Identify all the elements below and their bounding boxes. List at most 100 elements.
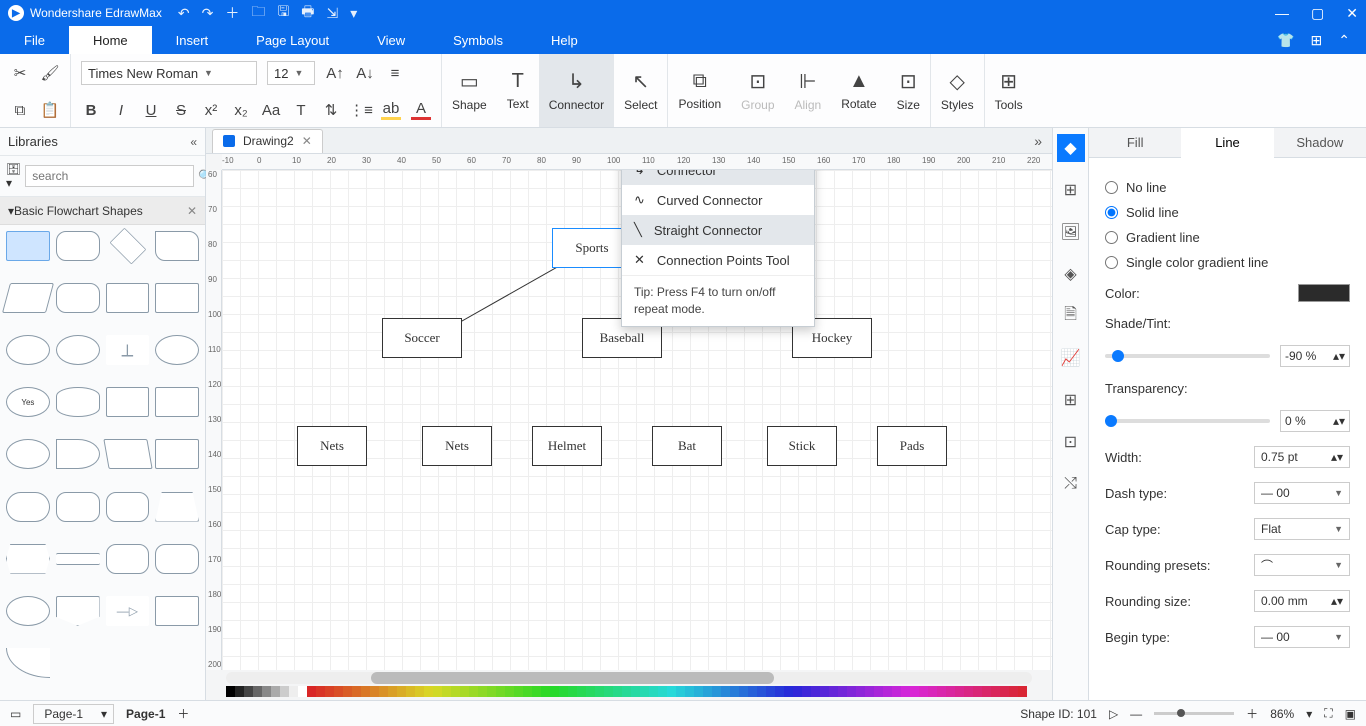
color-swatch[interactable] bbox=[811, 686, 820, 697]
superscript-icon[interactable]: x² bbox=[201, 100, 221, 120]
color-swatch[interactable] bbox=[244, 686, 253, 697]
menu-home[interactable]: Home bbox=[69, 26, 152, 54]
fullscreen-icon[interactable]: ▣ bbox=[1345, 707, 1356, 721]
shape-oval2[interactable] bbox=[155, 335, 199, 365]
color-swatch[interactable] bbox=[496, 686, 505, 697]
color-swatch[interactable] bbox=[568, 686, 577, 697]
menu-page-layout[interactable]: Page Layout bbox=[232, 26, 353, 54]
shape-doc[interactable] bbox=[155, 231, 199, 261]
maximize-icon[interactable]: ▢ bbox=[1311, 5, 1324, 22]
fit-tool-icon[interactable]: ⊡ bbox=[1057, 428, 1085, 456]
color-swatch[interactable] bbox=[307, 686, 316, 697]
node-soccer[interactable]: Soccer bbox=[382, 318, 462, 358]
color-swatch[interactable] bbox=[361, 686, 370, 697]
color-swatch[interactable] bbox=[415, 686, 424, 697]
shape-lines[interactable] bbox=[56, 553, 100, 565]
color-swatch[interactable] bbox=[847, 686, 856, 697]
color-swatch[interactable] bbox=[982, 686, 991, 697]
add-page-icon[interactable]: ＋ bbox=[177, 705, 189, 722]
color-swatch[interactable] bbox=[460, 686, 469, 697]
canvas[interactable]: Sports Soccer Baseball Hockey Nets Nets … bbox=[222, 170, 1052, 670]
shape-ellipse2[interactable] bbox=[6, 439, 50, 469]
shape-cylinder[interactable] bbox=[56, 387, 100, 417]
shape-circle[interactable] bbox=[56, 335, 100, 365]
color-swatch[interactable] bbox=[397, 686, 406, 697]
color-swatch[interactable] bbox=[442, 686, 451, 697]
print-icon[interactable]: 🖶 bbox=[301, 1, 314, 25]
color-swatch[interactable] bbox=[469, 686, 478, 697]
shape-pill3[interactable] bbox=[106, 544, 150, 574]
save-icon[interactable]: 🖫 bbox=[277, 1, 289, 25]
color-swatch[interactable] bbox=[730, 686, 739, 697]
page-tab[interactable]: Page-1 bbox=[126, 707, 165, 721]
color-swatch[interactable] bbox=[622, 686, 631, 697]
color-swatch[interactable] bbox=[991, 686, 1000, 697]
color-swatch[interactable] bbox=[829, 686, 838, 697]
menu-insert[interactable]: Insert bbox=[152, 26, 233, 54]
collapse-libraries-icon[interactable]: « bbox=[190, 135, 197, 149]
radio-single-gradient[interactable]: Single color gradient line bbox=[1105, 255, 1350, 270]
node-stick[interactable]: Stick bbox=[767, 426, 837, 466]
color-swatch[interactable] bbox=[910, 686, 919, 697]
menu-file[interactable]: File bbox=[0, 26, 69, 54]
group-button[interactable]: ⊡Group bbox=[731, 54, 784, 127]
font-size-select[interactable]: 12▼ bbox=[267, 61, 315, 85]
more-icon[interactable]: ▾ bbox=[350, 5, 357, 22]
shape-arrow[interactable]: —▷ bbox=[106, 596, 150, 626]
color-swatch[interactable] bbox=[667, 686, 676, 697]
bullets-icon[interactable]: ⋮≡ bbox=[351, 100, 371, 120]
color-swatch[interactable] bbox=[802, 686, 811, 697]
color-swatch[interactable] bbox=[433, 686, 442, 697]
color-swatch[interactable] bbox=[514, 686, 523, 697]
case-icon[interactable]: Aa bbox=[261, 100, 281, 120]
color-swatch[interactable] bbox=[739, 686, 748, 697]
color-swatch[interactable] bbox=[559, 686, 568, 697]
connector-item-curved[interactable]: ∿Curved Connector bbox=[622, 185, 814, 215]
redo-icon[interactable]: ↷ bbox=[202, 5, 214, 22]
color-swatch[interactable] bbox=[901, 686, 910, 697]
color-swatch[interactable] bbox=[343, 686, 352, 697]
shirt-icon[interactable]: 👕 bbox=[1277, 32, 1294, 49]
color-swatch[interactable] bbox=[946, 686, 955, 697]
shape-subprocess[interactable] bbox=[155, 283, 199, 313]
color-swatch[interactable] bbox=[505, 686, 514, 697]
color-swatch[interactable] bbox=[298, 686, 307, 697]
tab-fill[interactable]: Fill bbox=[1089, 128, 1181, 157]
color-swatch[interactable] bbox=[586, 686, 595, 697]
node-sports[interactable]: Sports bbox=[552, 228, 632, 268]
color-swatch[interactable] bbox=[631, 686, 640, 697]
color-swatch[interactable] bbox=[757, 686, 766, 697]
node-nets1[interactable]: Nets bbox=[297, 426, 367, 466]
color-swatch[interactable] bbox=[919, 686, 928, 697]
align-icon[interactable]: ≡ bbox=[385, 63, 405, 83]
node-bat[interactable]: Bat bbox=[652, 426, 722, 466]
color-swatch[interactable] bbox=[388, 686, 397, 697]
text-button[interactable]: TText bbox=[497, 54, 539, 127]
shape-predef[interactable] bbox=[106, 283, 150, 313]
color-swatch[interactable] bbox=[928, 686, 937, 697]
collapse-ribbon-icon[interactable]: ⌃ bbox=[1338, 32, 1350, 49]
color-swatch[interactable] bbox=[640, 686, 649, 697]
begin-select[interactable]: — 00▼ bbox=[1254, 626, 1350, 648]
shape-shield[interactable] bbox=[56, 596, 100, 626]
color-swatch[interactable] bbox=[550, 686, 559, 697]
chart-tool-icon[interactable]: 📈 bbox=[1057, 344, 1085, 372]
size-button[interactable]: ⊡Size bbox=[887, 54, 930, 127]
menu-help[interactable]: Help bbox=[527, 26, 602, 54]
shape-pill2[interactable] bbox=[106, 492, 150, 522]
color-swatch[interactable] bbox=[316, 686, 325, 697]
shape-diamond[interactable] bbox=[109, 228, 146, 265]
layers-tool-icon[interactable]: ◈ bbox=[1057, 260, 1085, 288]
shape-note[interactable] bbox=[155, 596, 199, 626]
shape-button[interactable]: ▭Shape bbox=[442, 54, 497, 127]
play-icon[interactable]: ▷ bbox=[1109, 707, 1118, 721]
shape-card[interactable] bbox=[106, 387, 150, 417]
color-swatch[interactable] bbox=[721, 686, 730, 697]
transparency-slider[interactable] bbox=[1105, 419, 1270, 423]
color-swatch[interactable] bbox=[325, 686, 334, 697]
shape-parallelogram[interactable] bbox=[2, 283, 54, 313]
shrink-font-icon[interactable]: A↓ bbox=[355, 63, 375, 83]
color-swatch[interactable] bbox=[838, 686, 847, 697]
position-button[interactable]: ⧉Position bbox=[668, 54, 731, 127]
zoom-out-icon[interactable]: — bbox=[1130, 707, 1142, 721]
